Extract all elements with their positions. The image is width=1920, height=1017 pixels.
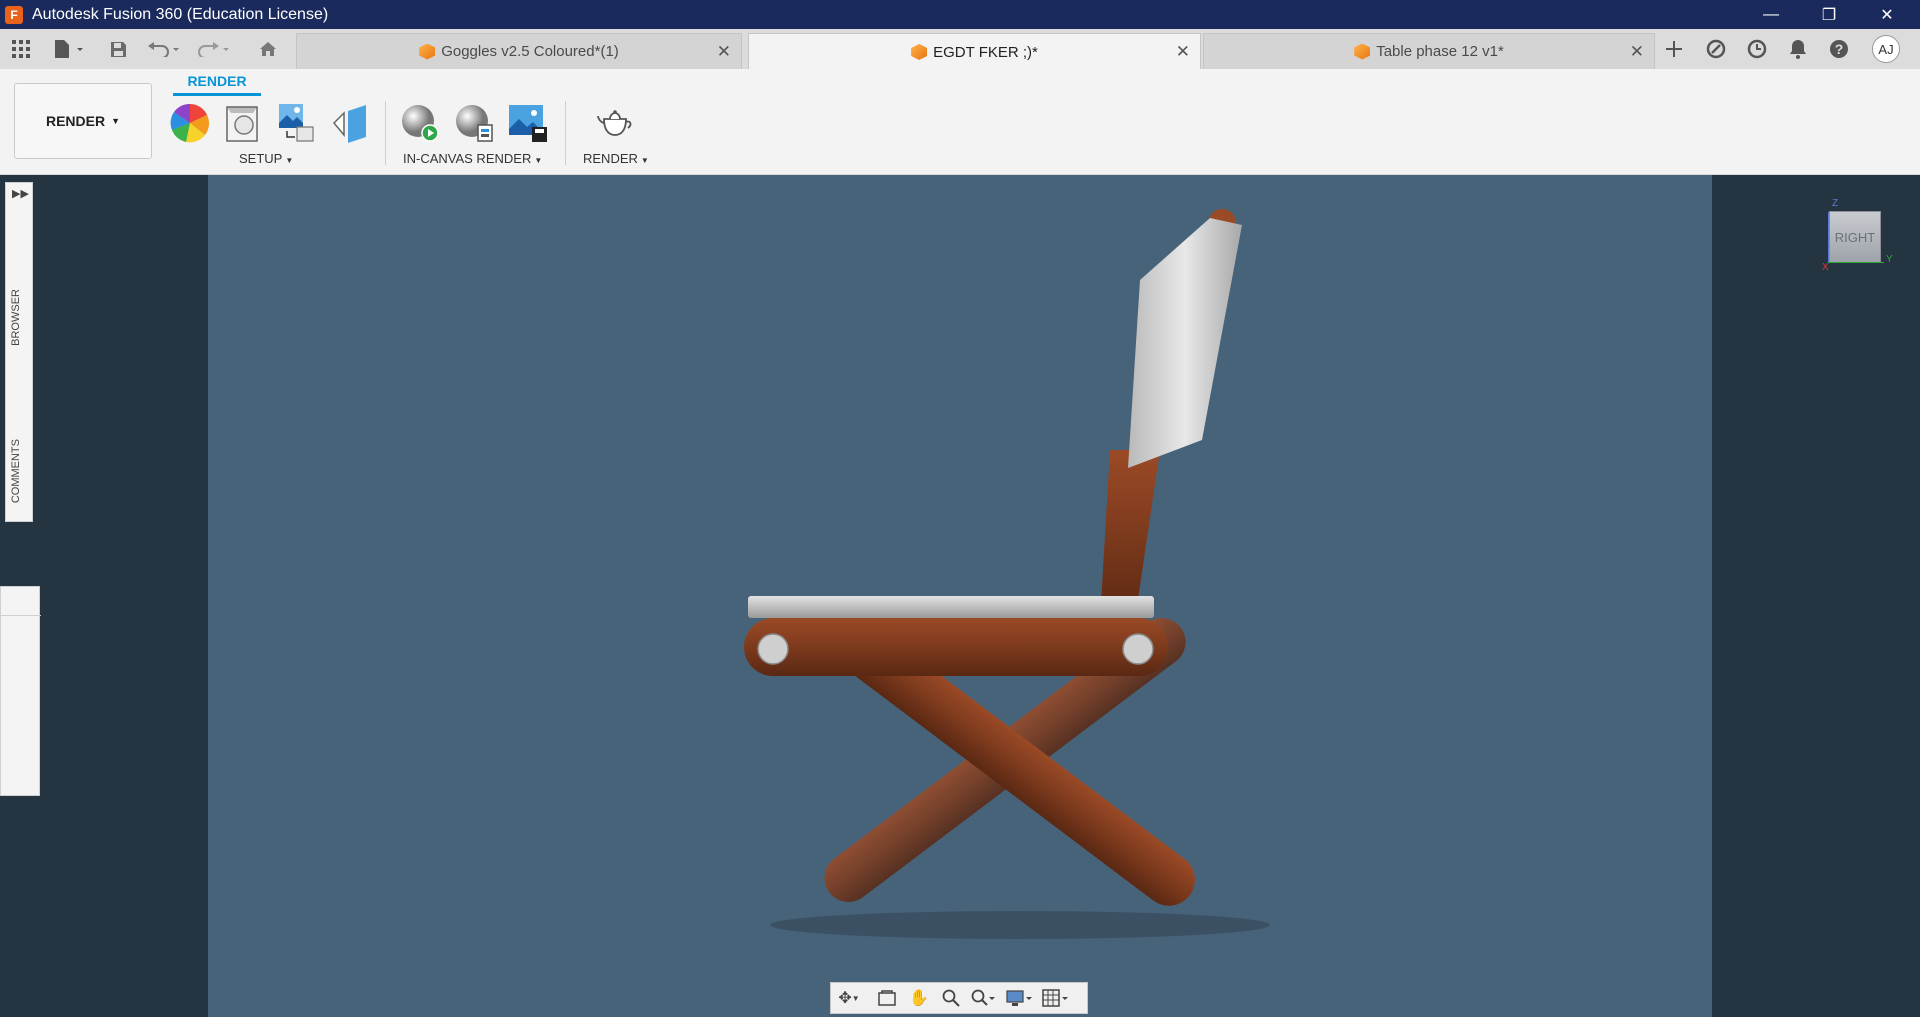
extensions-icon[interactable] [1702,35,1730,63]
undo-icon[interactable] [146,29,182,69]
tab-label: Table phase 12 v1* [1376,43,1504,60]
minimize-button[interactable]: — [1742,0,1800,29]
data-panel-grid-icon[interactable] [8,29,34,69]
window-title: Autodesk Fusion 360 (Education License) [32,5,329,23]
title-bar: F Autodesk Fusion 360 (Education License… [0,0,1920,29]
browser-tab[interactable]: BROWSER [10,289,22,346]
chair-backrest-legs [1100,450,1160,620]
orbit-icon[interactable]: ✥ ▼ [835,984,863,1012]
look-at-icon[interactable] [873,984,901,1012]
comments-tab[interactable]: COMMENTS [10,439,22,503]
design-cube-icon [1354,43,1371,60]
tab-egdt-fker[interactable]: EGDT FKER ;)* ✕ [748,33,1201,70]
chair-backrest-cloth [1128,218,1242,468]
file-menu-icon[interactable] [48,29,88,69]
decal-icon[interactable] [330,103,370,143]
tab-render[interactable]: RENDER [173,73,261,96]
chevron-down-icon: ▼ [851,993,860,1003]
grid-snaps-icon[interactable] [1041,984,1069,1012]
workspace-switcher[interactable]: RENDER ▼ [14,83,152,159]
panel-divider [1,615,41,616]
chevron-down-icon: ▼ [285,156,294,165]
close-tab-icon[interactable]: ✕ [717,42,731,62]
workspace-label: RENDER [45,113,106,129]
setup-label: SETUP [239,151,283,166]
render-group-dropdown[interactable]: RENDER ▼ [583,151,649,166]
in-canvas-render-label: IN-CANVAS RENDER [403,151,532,166]
chevron-down-icon: ▼ [640,156,649,165]
ribbon-separator [385,101,386,165]
render-label: RENDER [583,151,638,166]
chair-model[interactable] [730,200,1290,950]
user-avatar[interactable]: AJ [1872,35,1900,63]
notifications-bell-icon[interactable] [1784,35,1812,63]
appearance-icon[interactable] [170,103,210,143]
toolbar-ribbon: RENDER ▼ RENDER SETUP ▼ IN-CANVAS RENDER… [0,69,1920,175]
tab-table-phase[interactable]: Table phase 12 v1* ✕ [1203,33,1655,69]
fusion-logo-icon: F [5,5,23,24]
viewcube[interactable]: RIGHT [1829,211,1881,263]
tab-goggles[interactable]: Goggles v2.5 Coloured*(1) ✕ [296,33,742,69]
scene-settings-icon[interactable] [224,103,264,143]
design-cube-icon [911,44,928,60]
axis-x-label: X [1822,262,1829,273]
fit-icon[interactable] [969,984,997,1012]
chair-seat [748,596,1154,618]
axis-y-line [1828,262,1884,263]
setup-group-dropdown[interactable]: SETUP ▼ [239,151,293,166]
zoom-icon[interactable] [937,984,965,1012]
chevron-down-icon: ▼ [534,156,543,165]
ribbon-separator [565,101,566,165]
tab-label: Goggles v2.5 Coloured*(1) [441,43,619,60]
tab-bar: Goggles v2.5 Coloured*(1) ✕ EGDT FKER ;)… [0,29,1920,70]
chair-shadow [770,911,1270,939]
viewcube-face-label: RIGHT [1834,229,1876,245]
axis-y-label: Y [1886,254,1893,265]
help-icon[interactable]: ? [1825,35,1853,63]
home-icon[interactable] [255,29,281,69]
restore-button[interactable]: ❐ [1800,0,1858,29]
side-panel: ▶▶ BROWSER COMMENTS [5,182,33,522]
navigation-bar: ✥ ▼ ✋ [830,982,1088,1014]
chair-seat-rail [744,618,1168,676]
axis-z-label: Z [1832,198,1839,209]
pan-hand-icon[interactable]: ✋ [905,984,933,1012]
job-status-clock-icon[interactable] [1743,35,1771,63]
in-canvas-render-settings-icon[interactable] [454,103,494,143]
close-tab-icon[interactable]: ✕ [1630,42,1644,62]
close-tab-icon[interactable]: ✕ [1176,42,1190,62]
in-canvas-render-group-dropdown[interactable]: IN-CANVAS RENDER ▼ [403,151,542,166]
save-icon[interactable] [106,29,130,69]
capture-image-icon[interactable] [508,103,548,143]
expand-panel-icon[interactable]: ▶▶ [12,187,29,200]
new-tab-plus-icon[interactable] [1660,35,1688,63]
chair-bolt-left [757,633,789,665]
texture-map-controls-icon[interactable] [277,103,317,143]
in-canvas-render-icon[interactable] [400,103,440,143]
display-settings-icon[interactable] [1005,984,1033,1012]
collapsed-panel [0,586,41,796]
render-teapot-icon[interactable] [596,103,636,143]
chair-bolt-right [1122,633,1154,665]
chevron-down-icon: ▼ [111,116,121,126]
design-cube-icon [419,43,436,60]
tab-label: EGDT FKER ;)* [933,43,1038,61]
close-window-button[interactable]: ✕ [1858,0,1916,29]
svg-text:?: ? [1835,41,1844,57]
redo-icon[interactable] [196,29,232,69]
